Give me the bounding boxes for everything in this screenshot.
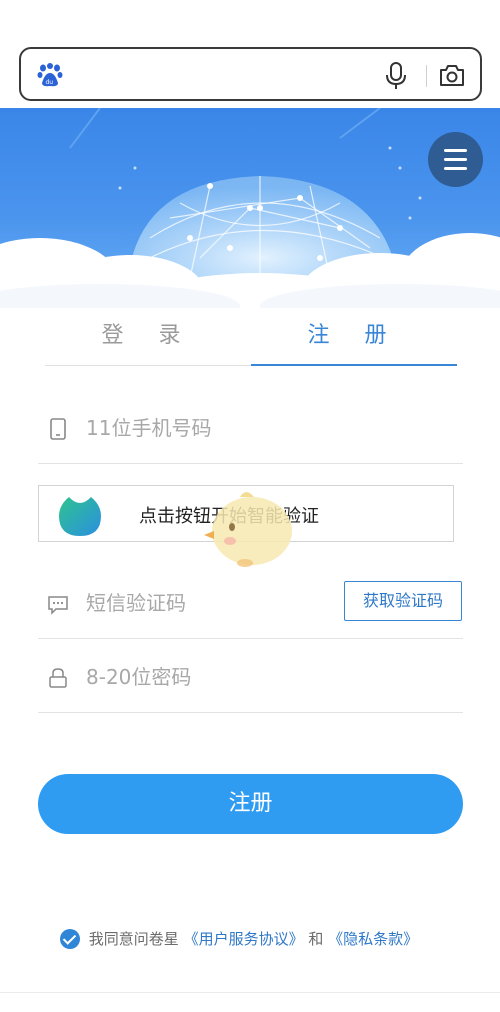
active-tab-indicator bbox=[251, 364, 457, 366]
bottom-bar bbox=[0, 992, 500, 1012]
hamburger-menu-icon[interactable] bbox=[428, 132, 483, 187]
lock-icon bbox=[49, 668, 67, 688]
auth-tabs: 登 录 注 册 bbox=[45, 312, 457, 368]
privacy-policy-link[interactable]: 《隐私条款》 bbox=[328, 930, 418, 948]
password-placeholder: 8-20位密码 bbox=[86, 665, 192, 689]
captcha-logo-icon bbox=[59, 497, 101, 536]
service-agreement-link[interactable]: 《用户服务协议》 bbox=[184, 930, 304, 948]
mobile-phone-icon bbox=[50, 418, 66, 440]
camera-icon[interactable] bbox=[439, 63, 465, 87]
register-submit-button[interactable]: 注册 bbox=[38, 774, 463, 834]
phone-field[interactable]: 11位手机号码 bbox=[38, 390, 463, 464]
agreement-checkbox-icon[interactable] bbox=[60, 928, 80, 949]
agreement-conjunction: 和 bbox=[308, 930, 324, 948]
network-globe-illustration bbox=[0, 108, 500, 308]
microphone-icon[interactable] bbox=[385, 62, 407, 90]
baidu-paw-icon[interactable]: du bbox=[37, 63, 63, 87]
browser-toolbar: du bbox=[0, 0, 500, 108]
tab-login[interactable]: 登 录 bbox=[45, 312, 251, 366]
tab-register[interactable]: 注 册 bbox=[251, 312, 457, 366]
svg-text:du: du bbox=[46, 79, 54, 86]
agreement-row: 我同意问卷星 《用户服务协议》 和 《隐私条款》 bbox=[60, 928, 418, 952]
chick-mascot-icon bbox=[204, 492, 292, 567]
phone-placeholder: 11位手机号码 bbox=[86, 416, 212, 440]
password-field[interactable]: 8-20位密码 bbox=[38, 639, 463, 713]
hero-banner bbox=[0, 108, 500, 308]
sms-placeholder: 短信验证码 bbox=[86, 591, 186, 615]
browser-search-box[interactable]: du bbox=[19, 47, 482, 101]
agreement-prefix: 我同意问卷星 bbox=[88, 930, 179, 948]
message-icon bbox=[48, 596, 68, 615]
get-sms-code-button[interactable]: 获取验证码 bbox=[344, 581, 462, 621]
toolbar-divider bbox=[426, 65, 427, 87]
